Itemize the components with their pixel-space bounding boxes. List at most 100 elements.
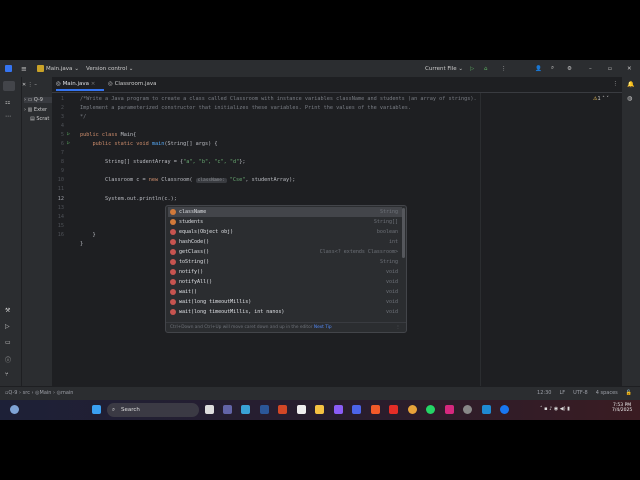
store-icon[interactable] (297, 405, 306, 414)
tab-classroom-java[interactable]: ◎ Classroom.java (108, 81, 157, 87)
popup-scrollbar[interactable] (402, 208, 405, 258)
youtube-icon[interactable] (389, 405, 398, 414)
tree-item[interactable]: › ▥ Exter (24, 107, 47, 113)
completion-item[interactable]: hashCode() int (168, 237, 402, 247)
completion-item[interactable]: toString() String (168, 257, 402, 267)
run-tool-icon[interactable]: ▷ (5, 323, 10, 330)
main-menu-icon[interactable]: ≡ (21, 65, 27, 73)
facebook-icon[interactable] (500, 405, 509, 414)
completion-item[interactable]: equals(Object obj) boolean (168, 227, 402, 237)
account-icon[interactable]: 👤 (535, 66, 542, 72)
brave-icon[interactable] (371, 405, 380, 414)
method-icon (170, 249, 176, 255)
weather-icon[interactable] (10, 405, 19, 414)
clipchamp-icon[interactable] (334, 405, 343, 414)
run-config-select[interactable]: Current File ⌄ (425, 66, 463, 72)
indent-setting[interactable]: 4 spaces (596, 390, 618, 396)
github-icon[interactable] (463, 405, 472, 414)
breadcrumb[interactable]: ▫Q-9 › src › ◎Main › ◎main (5, 390, 73, 396)
run-gutter-icon[interactable]: ▷ (67, 140, 70, 146)
parameter-hint: className: (195, 178, 227, 183)
completion-item[interactable]: notify() void (168, 267, 402, 277)
completion-item[interactable]: notifyAll() void (168, 277, 402, 287)
method-icon (170, 289, 176, 295)
settings-icon[interactable]: ⚙ (567, 66, 572, 72)
file-explorer-icon[interactable] (315, 405, 324, 414)
whatsapp-icon[interactable] (426, 405, 435, 414)
more-icon[interactable]: ⋮ (501, 66, 507, 72)
vcs-widget[interactable]: Version control ⌄ (86, 66, 133, 72)
minimize-button[interactable]: – (589, 66, 592, 72)
ai-assistant-icon[interactable]: ◍ (627, 95, 632, 102)
windows-taskbar: ˄ ▪ ♪ ◉ ◀) ▮ 7:53 PM 7/4/2025 (0, 400, 640, 420)
tip-menu-icon[interactable]: ⋮ (396, 323, 400, 333)
status-bar: ▫Q-9 › src › ◎Main › ◎main 12:30 LF UTF-… (0, 386, 640, 400)
close-tab-icon[interactable]: × (91, 81, 96, 87)
tab-main-java[interactable]: ◎ Main.java × (56, 81, 104, 91)
taskbar-search[interactable]: ⌕ Search (107, 403, 199, 417)
method-icon (170, 309, 176, 315)
search-icon[interactable]: ⌕ (551, 65, 554, 72)
task-view-icon[interactable] (205, 405, 214, 414)
project-tool-icon[interactable] (3, 81, 15, 91)
method-icon (170, 299, 176, 305)
right-tool-strip: 🔔 ◍ (622, 77, 640, 386)
method-icon (170, 239, 176, 245)
build-icon[interactable]: ⚒ (5, 307, 10, 314)
next-tip-link[interactable]: Next Tip (314, 325, 332, 330)
code-completion-popup: className String students String[] equals(… (165, 205, 407, 333)
terminal-icon[interactable]: ▭ (5, 339, 11, 346)
powerpoint-icon[interactable] (278, 405, 287, 414)
tree-item[interactable]: ▤ Scrat (30, 116, 49, 122)
method-icon (170, 279, 176, 285)
editor-tabs: ◎ Main.java × ◎ Classroom.java ⋮ (52, 77, 622, 93)
app-logo-icon[interactable] (5, 65, 12, 72)
start-button[interactable] (92, 405, 101, 414)
caret-position[interactable]: 12:30 (537, 390, 551, 396)
line-separator[interactable]: LF (559, 390, 565, 396)
completion-item[interactable]: className String (168, 207, 402, 217)
tray-icons[interactable]: ˄ ▪ ♪ ◉ ◀) ▮ (540, 406, 570, 412)
project-widget[interactable]: Main.java ⌄ (37, 65, 79, 72)
field-icon (170, 219, 176, 225)
completion-item[interactable]: wait() void (168, 287, 402, 297)
completion-tip: Ctrl+Down and Ctrl+Up will move caret do… (166, 322, 406, 332)
close-button[interactable]: ✕ (627, 66, 632, 72)
maximize-button[interactable]: ▫ (608, 66, 612, 72)
run-gutter-icon[interactable]: ▷ (67, 131, 70, 137)
warning-indicator[interactable]: ⚠1 ˄ ˅ (593, 96, 609, 102)
left-tool-strip: ⚏ ⋯ ⚒ ▷ ▭ ⓘ ⑂ (0, 77, 22, 386)
problems-icon[interactable]: ⓘ (5, 355, 11, 364)
completion-item[interactable]: getClass() Class<? extends Classroom> (168, 247, 402, 257)
tree-item[interactable]: › ▭ Q-9 (24, 97, 52, 103)
tabs-menu-icon[interactable]: ⋮ (613, 81, 619, 87)
project-panel: ✕ ⋮ – › ▭ Q-9 › ▥ Exter ▤ Scrat (22, 77, 52, 386)
word-icon[interactable] (260, 405, 269, 414)
right-margin-guide (480, 93, 481, 386)
collapse-icon[interactable]: ✕ ⋮ – (22, 82, 37, 88)
teams-icon[interactable] (223, 405, 232, 414)
title-bar: ≡ Main.java ⌄ Version control ⌄ Current … (0, 60, 640, 77)
intellij-icon[interactable] (352, 405, 361, 414)
field-icon (170, 209, 176, 215)
search-icon: ⌕ (112, 407, 116, 413)
method-icon (170, 269, 176, 275)
completion-item[interactable]: wait(long timeoutMillis) void (168, 297, 402, 307)
structure-tool-icon[interactable]: ⚏ (5, 99, 10, 106)
debug-icon[interactable]: ⌂ (484, 66, 488, 72)
completion-item[interactable]: wait(long timeoutMillis, int nanos) void (168, 307, 402, 317)
chrome-icon[interactable] (408, 405, 417, 414)
more-tools-icon[interactable]: ⋯ (5, 113, 11, 120)
file-encoding[interactable]: UTF-8 (573, 390, 588, 396)
vscode-icon[interactable] (482, 405, 491, 414)
lock-icon[interactable]: 🔓 (626, 390, 632, 396)
copilot-icon[interactable] (241, 405, 250, 414)
clock[interactable]: 7:53 PM 7/4/2025 (612, 403, 632, 413)
method-icon (170, 259, 176, 265)
notifications-icon[interactable]: 🔔 (627, 81, 634, 88)
method-icon (170, 229, 176, 235)
completion-item[interactable]: students String[] (168, 217, 402, 227)
instagram-icon[interactable] (445, 405, 454, 414)
git-icon[interactable]: ⑂ (5, 371, 9, 378)
run-icon[interactable]: ▷ (470, 66, 474, 72)
